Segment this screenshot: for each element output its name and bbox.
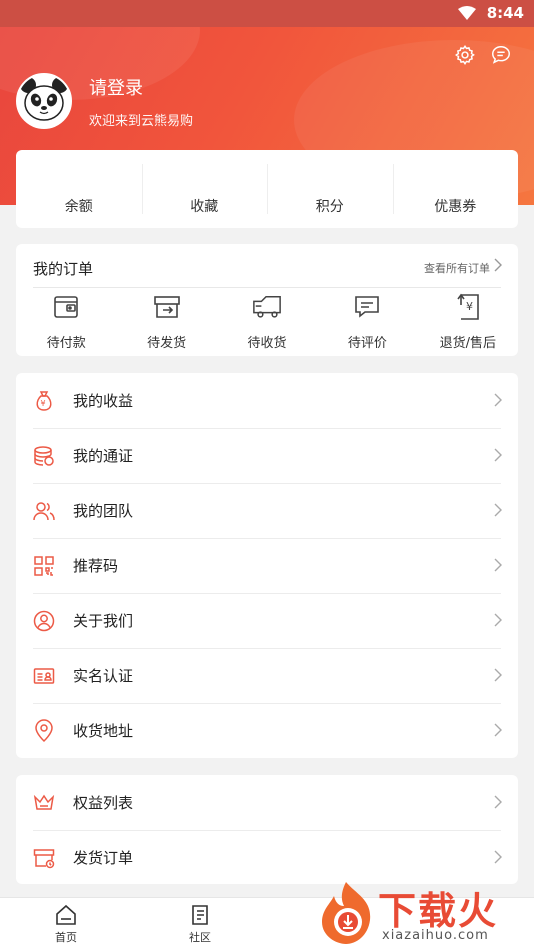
qrcode-icon [32,554,56,578]
home-icon [56,904,76,925]
chevron-right-icon [494,850,502,864]
stat-points[interactable]: 积分 [267,150,393,228]
id-card-icon [32,664,56,688]
chevron-right-icon [494,393,502,407]
view-all-orders-link[interactable]: 查看所有订单 [424,260,490,276]
order-pending-review[interactable]: 待评价 [317,292,417,351]
menu-shipment-orders[interactable]: 发货订单 [16,830,518,885]
tab-community[interactable]: 社区 [170,904,230,945]
settings-gear-icon[interactable] [452,42,478,68]
menu-my-tokens[interactable]: 我的通证 [16,428,518,483]
account-menu: ¥ 我的收益 我的通证 我的团队 推荐码 关于我们 实名认证 收货地址 [16,373,518,758]
menu-my-earnings[interactable]: ¥ 我的收益 [16,373,518,428]
welcome-text: 欢迎来到云熊易购 [89,114,194,129]
wifi-icon [458,6,476,20]
location-icon [32,718,56,743]
stat-coupons[interactable]: 优惠券 [392,150,519,228]
order-pending-shipment[interactable]: 待发货 [116,292,216,351]
menu-shipping-address[interactable]: 收货地址 [16,703,518,758]
fire-logo-icon [322,882,371,944]
tab-home[interactable]: 首页 [36,904,96,945]
chevron-right-icon [494,668,502,682]
menu-benefits-list[interactable]: 权益列表 [16,775,518,830]
chevron-right-icon [494,795,502,809]
money-bag-icon: ¥ [32,389,56,413]
watermark: 下载火 xiazaihuo.com [316,878,534,949]
benefits-menu: 权益列表 发货订单 [16,775,518,884]
menu-referral-code[interactable]: 推荐码 [16,538,518,593]
order-pending-receipt[interactable]: 待收货 [217,292,317,351]
my-orders-card: 我的订单 查看所有订单 待付款 待发货 待收货 待评价 ¥ 退货/售后 [16,244,518,356]
chevron-right-icon [494,448,502,462]
menu-my-team[interactable]: 我的团队 [16,483,518,538]
refund-icon: ¥ [453,292,483,322]
avatar[interactable] [16,73,72,129]
message-icon[interactable] [488,42,514,68]
chevron-right-icon [494,558,502,572]
panda-avatar-icon [18,75,70,127]
svg-text:¥: ¥ [466,300,473,313]
shipment-icon [32,846,56,870]
watermark-site: xiazaihuo.com [382,928,489,943]
team-icon [32,499,56,523]
coins-icon [32,444,56,468]
svg-text:¥: ¥ [41,399,46,408]
menu-about-us[interactable]: 关于我们 [16,593,518,648]
wallet-icon [51,292,81,322]
comment-icon [352,292,382,322]
orders-title: 我的订单 [33,260,94,278]
chevron-right-icon [494,613,502,627]
menu-real-name-verify[interactable]: 实名认证 [16,648,518,703]
order-refund-aftersale[interactable]: ¥ 退货/售后 [418,292,518,351]
stat-favorites[interactable]: 收藏 [141,150,268,228]
chevron-right-icon [494,503,502,517]
orders-header[interactable]: 我的订单 查看所有订单 [16,244,518,288]
box-icon [152,292,182,322]
crown-icon [32,791,56,815]
watermark-brand: 下载火 [378,889,499,933]
community-icon [192,905,208,925]
truck-icon [252,292,282,322]
chevron-right-icon [494,723,502,737]
account-stats: 余额 收藏 积分 优惠券 [16,150,518,228]
login-prompt[interactable]: 请登录 [89,74,143,100]
chevron-right-icon [494,258,502,272]
user-circle-icon [32,609,56,633]
status-bar: 8:44 [0,0,534,27]
status-time: 8:44 [486,4,524,22]
order-pending-payment[interactable]: 待付款 [16,292,116,351]
stat-balance[interactable]: 余额 [16,150,142,228]
